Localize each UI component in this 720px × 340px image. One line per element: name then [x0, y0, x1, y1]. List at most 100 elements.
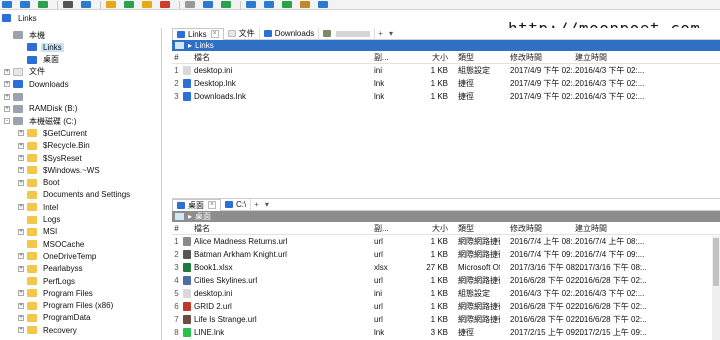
- file-row[interactable]: 5 desktop.ini ini 1 KB 組態設定 2016/4/3 下午 02:..…: [172, 287, 720, 300]
- column-header-created[interactable]: 建立時間: [575, 51, 647, 64]
- close-tab-icon[interactable]: ×: [208, 201, 216, 209]
- tree-item[interactable]: + Boot: [18, 177, 61, 189]
- tree-item[interactable]: + Recovery: [18, 324, 79, 336]
- file-row[interactable]: 7 Life Is Strange.url url 1 KB 網際網路捷徑 2016/6/…: [172, 313, 720, 326]
- tree-item[interactable]: Logs: [18, 214, 62, 226]
- tree-item[interactable]: + Program Files: [18, 287, 95, 299]
- column-header-size[interactable]: 大小: [410, 51, 448, 64]
- tree-item[interactable]: + $Recycle.Bin: [18, 140, 92, 152]
- tree-item[interactable]: 本機: [4, 29, 47, 41]
- rename-button[interactable]: [201, 0, 215, 9]
- file-row[interactable]: 3 Book1.xlsx xlsx 27 KB Microsoft Office Ex.…: [172, 261, 720, 274]
- column-header-num[interactable]: #: [172, 222, 181, 235]
- view-button[interactable]: [298, 0, 312, 9]
- filter-button[interactable]: [262, 0, 276, 9]
- tree-item[interactable]: + OneDriveTemp: [18, 250, 98, 262]
- expander-icon[interactable]: +: [18, 228, 24, 235]
- expander-icon[interactable]: -: [4, 118, 10, 125]
- tree-item[interactable]: + Pearlabyss: [18, 263, 85, 275]
- tree-item[interactable]: + Downloads: [4, 78, 71, 90]
- expander-icon[interactable]: +: [18, 130, 24, 137]
- tab[interactable]: 桌面 ×: [172, 198, 221, 211]
- tree-item[interactable]: - 本機磁碟 (C:): [4, 115, 79, 127]
- file-row[interactable]: 1 Alice Madness Returns.url url 1 KB 網際網路捷徑 2…: [172, 235, 720, 248]
- expander-icon[interactable]: +: [18, 253, 24, 260]
- drive-button[interactable]: [61, 0, 75, 9]
- undo-button[interactable]: [183, 0, 197, 9]
- tree-item[interactable]: MSOCache: [18, 238, 86, 250]
- expander-icon[interactable]: +: [4, 93, 10, 100]
- file-row[interactable]: 2 Batman Arkham Knight.url url 1 KB 網際網路捷徑 20…: [172, 248, 720, 261]
- tree-item[interactable]: + $GetCurrent: [18, 127, 89, 139]
- tree-item[interactable]: PerfLogs: [18, 275, 77, 287]
- settings-button[interactable]: [316, 0, 330, 9]
- up-button[interactable]: [36, 0, 50, 9]
- column-header-ext[interactable]: 副...: [374, 51, 410, 64]
- expander-icon[interactable]: +: [18, 167, 24, 174]
- file-row[interactable]: 8 LINE.lnk lnk 3 KB 捷徑 2017/2/15 上午 09:... 201…: [172, 326, 720, 339]
- delete-button[interactable]: [158, 0, 172, 9]
- tree-item[interactable]: + ProgramData: [18, 312, 93, 324]
- new-folder-button[interactable]: [104, 0, 118, 9]
- file-row[interactable]: 1 desktop.ini ini 1 KB 組態設定 2017/4/9 下午 02:..…: [172, 64, 720, 77]
- select-button[interactable]: [219, 0, 233, 9]
- back-button[interactable]: [0, 0, 14, 9]
- file-row[interactable]: 3 Downloads.lnk lnk 1 KB 捷徑 2017/4/9 下午 02:..…: [172, 90, 720, 103]
- folder-tree[interactable]: 本機 Links 桌面 + 文件 + Downloads + + RAMDisk (B:) - 本機磁…: [0, 28, 162, 340]
- tree-item[interactable]: + 文件: [4, 66, 47, 78]
- close-tab-icon[interactable]: ×: [210, 30, 219, 38]
- tree-item[interactable]: + MSI: [18, 226, 59, 238]
- expander-icon[interactable]: +: [18, 290, 24, 297]
- column-header-size[interactable]: 大小: [410, 222, 448, 235]
- forward-button[interactable]: [18, 0, 32, 9]
- column-header-type[interactable]: 類型: [458, 51, 500, 64]
- column-header-name[interactable]: 檔名: [194, 51, 364, 64]
- tree-item[interactable]: + RAMDisk (B:): [4, 103, 79, 115]
- tab[interactable]: Links ×: [172, 27, 224, 40]
- tab-menu-icon[interactable]: ▾: [262, 200, 272, 209]
- tree-item[interactable]: + $Windows.~WS: [18, 164, 102, 176]
- new-tab-icon[interactable]: +: [251, 200, 262, 209]
- copy-button[interactable]: [122, 0, 136, 9]
- tab[interactable]: 文件: [224, 27, 260, 40]
- expander-icon[interactable]: +: [18, 155, 24, 161]
- tree-item[interactable]: + $SysReset: [18, 152, 84, 164]
- tree-item[interactable]: + Program Files (x86): [18, 300, 115, 312]
- expander-icon[interactable]: +: [4, 105, 10, 112]
- search-button[interactable]: [244, 0, 258, 9]
- tab-menu-icon[interactable]: ▾: [386, 29, 396, 38]
- column-header-created[interactable]: 建立時間: [575, 222, 647, 235]
- column-header-type[interactable]: 類型: [458, 222, 500, 235]
- expander-icon[interactable]: +: [18, 314, 24, 321]
- expander-icon[interactable]: +: [4, 68, 10, 75]
- expander-icon[interactable]: +: [18, 265, 24, 272]
- file-row[interactable]: 2 Desktop.lnk lnk 1 KB 捷徑 2017/4/9 下午 02:... 2…: [172, 77, 720, 90]
- at-button[interactable]: [79, 0, 93, 9]
- path-bar[interactable]: ▸ Links: [172, 40, 720, 51]
- expander-icon[interactable]: +: [18, 302, 24, 309]
- scrollbar-thumb[interactable]: [713, 238, 719, 286]
- expander-icon[interactable]: +: [18, 327, 24, 334]
- tree-item[interactable]: + Intel: [18, 201, 60, 213]
- tree-button[interactable]: [280, 0, 294, 9]
- tree-item[interactable]: +: [4, 91, 31, 103]
- tree-item[interactable]: 桌面: [18, 54, 61, 66]
- column-header-num[interactable]: #: [172, 51, 181, 64]
- expander-icon[interactable]: +: [4, 81, 10, 88]
- vertical-scrollbar[interactable]: [712, 236, 720, 340]
- tree-item[interactable]: Documents and Settings: [18, 189, 132, 201]
- new-tab-icon[interactable]: +: [375, 29, 386, 38]
- file-row[interactable]: 6 GRID 2.url url 1 KB 網際網路捷徑 2016/6/28 下午 02:…: [172, 300, 720, 313]
- tree-item[interactable]: Links: [18, 41, 64, 53]
- path-bar[interactable]: ▸ 桌面: [172, 211, 720, 222]
- tab[interactable]: C:\: [221, 198, 252, 211]
- expander-icon[interactable]: +: [18, 142, 24, 149]
- tab[interactable]: Downloads: [260, 27, 320, 40]
- column-header-ext[interactable]: 副...: [374, 222, 410, 235]
- file-row[interactable]: 4 Cities Skylines.url url 1 KB 網際網路捷徑 2016/6/…: [172, 274, 720, 287]
- column-header-name[interactable]: 檔名: [194, 222, 364, 235]
- expander-icon[interactable]: +: [18, 204, 24, 211]
- expander-icon[interactable]: +: [18, 179, 24, 186]
- tab[interactable]: [319, 27, 376, 40]
- paste-button[interactable]: [140, 0, 154, 9]
